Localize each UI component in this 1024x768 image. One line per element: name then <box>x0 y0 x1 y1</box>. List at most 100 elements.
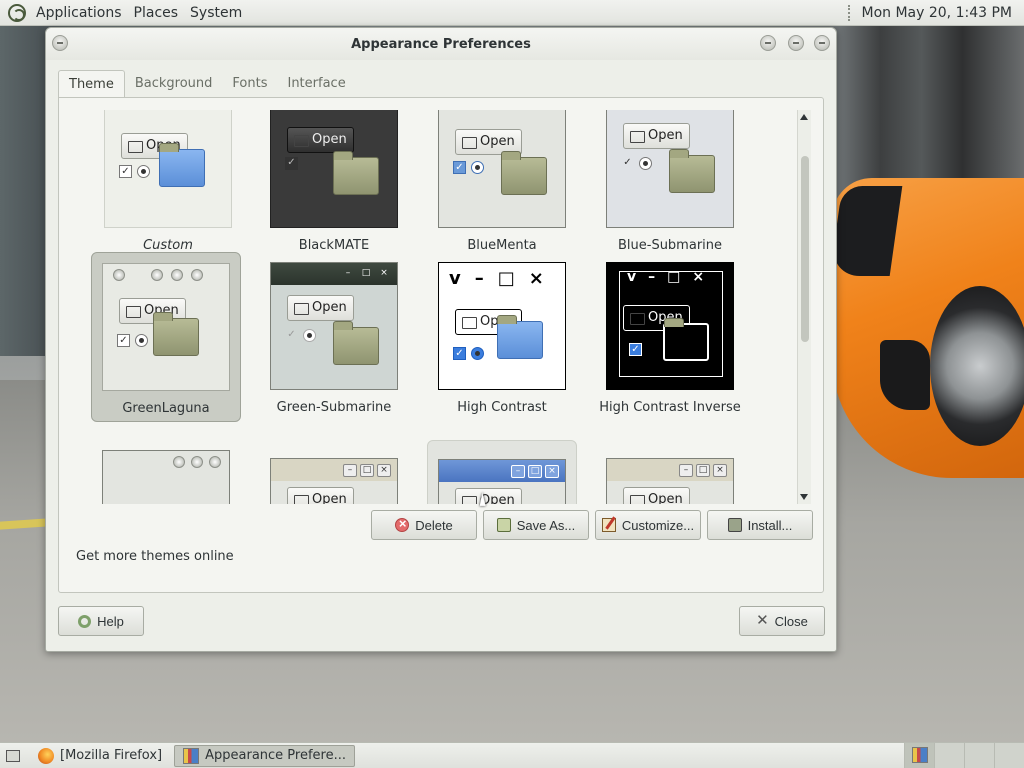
install-button[interactable]: Install... <box>707 510 813 540</box>
customize-icon <box>601 518 616 532</box>
blue-folder-icon <box>159 143 205 187</box>
theme-thumbnail: – □ × Open <box>438 459 566 504</box>
theme-thumbnail: v – □ × Open ✓ <box>438 262 566 390</box>
theme-tab-panel: Open ✓ Custom Open ✓ BlackMATE Open <box>58 97 824 593</box>
theme-blackmate[interactable]: Open ✓ BlackMATE <box>259 110 409 253</box>
theme-label: GreenLaguna <box>122 401 210 416</box>
theme-row3-3[interactable]: – □ × Open <box>427 440 577 504</box>
thumbnail-wm-icon: × <box>545 464 559 478</box>
close-button[interactable]: ✕ Close <box>739 606 825 636</box>
theme-label: BlackMATE <box>298 238 370 253</box>
thumbnail-wm-icon <box>171 269 183 281</box>
minimize-icon[interactable] <box>760 35 776 51</box>
folder-icon <box>501 151 547 195</box>
thumbnail-radio-icon <box>471 347 484 360</box>
panel-separator <box>847 4 852 21</box>
maximize-icon: □ <box>497 267 515 289</box>
tab-interface[interactable]: Interface <box>277 70 355 98</box>
thumbnail-titlebar: v – □ × <box>439 263 565 293</box>
thumbnail-checkbox-icon: ✓ <box>119 165 132 178</box>
theme-thumbnail: v – □ × Open ✓ <box>606 262 734 390</box>
get-more-themes-link[interactable]: Get more themes online <box>76 549 234 564</box>
clock[interactable]: Mon May 20, 1:43 PM <box>862 5 1013 21</box>
theme-high-contrast-inverse[interactable]: v – □ × Open ✓ High Contrast Inverse <box>595 252 745 415</box>
thumbnail-titlebar: – □ × <box>271 263 397 285</box>
thumbnail-open-button: Open <box>287 487 354 504</box>
theme-custom[interactable]: Open ✓ Custom <box>93 110 243 253</box>
close-window-icon[interactable] <box>814 35 830 51</box>
workspace-2[interactable] <box>934 742 964 768</box>
workspace-1[interactable] <box>904 742 934 768</box>
thumbnail-open-button: Open <box>287 295 354 321</box>
theme-row3-2[interactable]: – □ × Open <box>259 440 409 504</box>
workspace-3[interactable] <box>964 742 994 768</box>
thumbnail-radio-icon <box>135 334 148 347</box>
thumbnail-wm-icon: – <box>679 463 693 477</box>
workspace-switcher <box>904 742 1024 768</box>
theme-bluementa[interactable]: Open ✓ BlueMenta <box>427 110 577 253</box>
taskbar-item-label: [Mozilla Firefox] <box>60 748 163 763</box>
theme-thumbnail: Open ✓ <box>438 110 566 228</box>
scroll-down-arrow-icon[interactable] <box>800 494 808 500</box>
help-button-label: Help <box>97 613 124 629</box>
tab-theme[interactable]: Theme <box>58 70 125 98</box>
tab-bar: Theme Background Fonts Interface <box>58 70 824 98</box>
mate-logo-icon[interactable] <box>8 3 26 22</box>
menu-places[interactable]: Places <box>128 5 185 21</box>
thumbnail-open-button: Open <box>623 487 690 504</box>
thumbnail-titlebar <box>103 264 229 286</box>
theme-thumbnail: – □ × Open <box>270 458 398 504</box>
theme-grid-scrollbar[interactable] <box>797 110 811 504</box>
close-button-label: Close <box>774 613 808 629</box>
menu-applications[interactable]: Applications <box>30 5 128 21</box>
thumbnail-checkbox-icon: ✓ <box>453 347 466 360</box>
theme-label: Blue-Submarine <box>617 238 723 253</box>
thumbnail-checkbox-icon: ✓ <box>117 334 130 347</box>
tab-background[interactable]: Background <box>125 70 223 98</box>
customize-button[interactable]: Customize... <box>595 510 701 540</box>
thumbnail-radio-icon <box>639 157 652 170</box>
theme-label: High Contrast Inverse <box>599 400 741 415</box>
thumbnail-titlebar <box>103 451 229 473</box>
chevron-down-icon: v <box>627 269 637 285</box>
taskbar-item-appearance[interactable]: Appearance Prefere... <box>174 744 355 767</box>
theme-grid[interactable]: Open ✓ Custom Open ✓ BlackMATE Open <box>73 110 811 504</box>
theme-thumbnail: Open ✓ <box>606 110 734 228</box>
thumbnail-wm-icon: – <box>511 464 525 478</box>
window-titlebar[interactable]: Appearance Preferences <box>46 28 836 60</box>
wallpaper-car-intake <box>880 340 930 410</box>
save-as-button[interactable]: Save As... <box>483 510 589 540</box>
show-desktop-icon[interactable] <box>6 749 20 762</box>
tab-fonts[interactable]: Fonts <box>222 70 277 98</box>
scrollbar-thumb[interactable] <box>801 156 809 342</box>
delete-button[interactable]: Delete <box>371 510 477 540</box>
theme-green-submarine[interactable]: – □ × Open ✓ Green-Submarine <box>259 252 409 415</box>
save-as-button-label: Save As... <box>516 517 576 533</box>
wallpaper-car-wheel <box>930 286 1024 446</box>
theme-high-contrast[interactable]: v – □ × Open ✓ High Contrast <box>427 252 577 415</box>
thumbnail-wm-icon <box>191 269 203 281</box>
theme-blue-submarine[interactable]: Open ✓ Blue-Submarine <box>595 110 745 253</box>
appearance-icon <box>183 747 200 764</box>
theme-thumbnail: Open ✓ <box>270 110 398 228</box>
help-button[interactable]: Help <box>58 606 144 636</box>
thumbnail-wm-icon: – <box>343 463 357 477</box>
theme-greenlaguna[interactable]: Open ✓ GreenLaguna <box>91 252 241 422</box>
scroll-up-arrow-icon[interactable] <box>800 114 808 120</box>
maximize-icon[interactable] <box>788 35 804 51</box>
thumbnail-checkbox-icon: ✓ <box>453 161 466 174</box>
customize-button-label: Customize... <box>621 517 695 533</box>
thumbnail-open-button: Open <box>287 127 354 153</box>
chevron-down-icon: v <box>449 267 461 289</box>
window-menu-icon[interactable] <box>52 35 68 51</box>
theme-thumbnail: Open ✓ <box>102 263 230 391</box>
taskbar-item-firefox[interactable]: [Mozilla Firefox] <box>30 745 170 767</box>
theme-row3-1[interactable] <box>91 440 241 504</box>
thumbnail-wm-icon: × <box>380 267 388 278</box>
thumbnail-wm-icon: × <box>713 463 727 477</box>
workspace-4[interactable] <box>994 742 1024 768</box>
theme-row3-4[interactable]: – □ × Open <box>595 440 745 504</box>
theme-thumbnail <box>102 450 230 504</box>
theme-thumbnail: Open ✓ <box>104 110 232 228</box>
menu-system[interactable]: System <box>184 5 248 21</box>
